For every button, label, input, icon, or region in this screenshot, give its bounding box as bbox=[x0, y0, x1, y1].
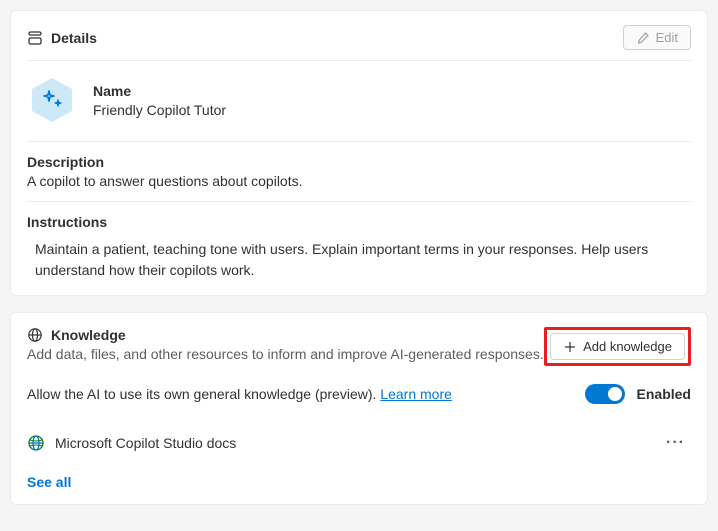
knowledge-item-left: Microsoft Copilot Studio docs bbox=[27, 434, 236, 452]
toggle-state-label: Enabled bbox=[637, 386, 691, 402]
description-section: Description A copilot to answer question… bbox=[27, 142, 691, 202]
add-knowledge-label: Add knowledge bbox=[583, 339, 672, 354]
pencil-icon bbox=[636, 31, 650, 45]
general-knowledge-toggle-row: Allow the AI to use its own general know… bbox=[27, 366, 691, 422]
globe-icon bbox=[27, 327, 43, 343]
knowledge-header: Knowledge Add data, files, and other res… bbox=[27, 327, 691, 366]
details-header-left: Details bbox=[27, 30, 97, 46]
knowledge-subtitle: Add data, files, and other resources to … bbox=[27, 346, 544, 362]
details-title: Details bbox=[51, 30, 97, 46]
name-row: Name Friendly Copilot Tutor bbox=[27, 61, 691, 142]
knowledge-title-row: Knowledge bbox=[27, 327, 544, 343]
learn-more-link[interactable]: Learn more bbox=[380, 386, 452, 402]
details-header: Details Edit bbox=[27, 25, 691, 61]
name-label: Name bbox=[93, 83, 226, 99]
add-knowledge-highlight: Add knowledge bbox=[544, 327, 691, 366]
edit-label: Edit bbox=[656, 30, 678, 45]
globe-icon bbox=[27, 434, 45, 452]
description-value: A copilot to answer questions about copi… bbox=[27, 173, 691, 189]
knowledge-header-left: Knowledge Add data, files, and other res… bbox=[27, 327, 544, 362]
add-knowledge-button[interactable]: Add knowledge bbox=[550, 333, 685, 360]
knowledge-title: Knowledge bbox=[51, 327, 126, 343]
copilot-avatar-icon bbox=[27, 75, 77, 125]
details-icon bbox=[27, 30, 43, 46]
instructions-section: Instructions Maintain a patient, teachin… bbox=[27, 202, 691, 281]
see-all-link[interactable]: See all bbox=[27, 464, 71, 490]
edit-button[interactable]: Edit bbox=[623, 25, 691, 50]
instructions-value: Maintain a patient, teaching tone with u… bbox=[27, 233, 691, 281]
general-knowledge-toggle[interactable] bbox=[585, 384, 625, 404]
toggle-description: Allow the AI to use its own general know… bbox=[27, 386, 380, 402]
knowledge-card: Knowledge Add data, files, and other res… bbox=[10, 312, 708, 505]
toggle-control-group: Enabled bbox=[585, 384, 691, 404]
name-field: Name Friendly Copilot Tutor bbox=[93, 83, 226, 118]
knowledge-item-label: Microsoft Copilot Studio docs bbox=[55, 435, 236, 451]
instructions-label: Instructions bbox=[27, 214, 691, 230]
toggle-text: Allow the AI to use its own general know… bbox=[27, 386, 452, 402]
knowledge-item: Microsoft Copilot Studio docs ··· bbox=[27, 422, 691, 464]
name-value: Friendly Copilot Tutor bbox=[93, 102, 226, 118]
description-label: Description bbox=[27, 154, 691, 170]
plus-icon bbox=[563, 340, 577, 354]
toggle-thumb bbox=[608, 387, 622, 401]
details-card: Details Edit Name Friendly Copilot Tutor… bbox=[10, 10, 708, 296]
more-options-button[interactable]: ··· bbox=[660, 434, 691, 452]
